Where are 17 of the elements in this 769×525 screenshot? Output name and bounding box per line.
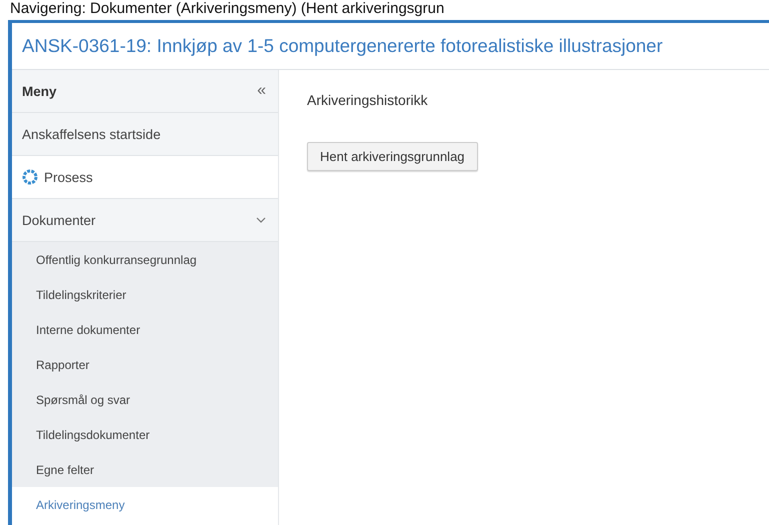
window-title: ANSK-0361-19: Innkjøp av 1-5 computergenererte fotorealistiske illustrasjoner <box>22 35 663 57</box>
section-heading: Arkiveringshistorikk <box>307 92 428 108</box>
gear-icon <box>22 169 38 185</box>
submenu-item[interactable]: Egne felter <box>12 452 278 487</box>
submenu-item[interactable]: Tildelingskriterier <box>12 277 278 312</box>
menu-item[interactable]: Anskaffelsens startside <box>12 113 278 156</box>
submenu-item[interactable]: Interne dokumenter <box>12 312 278 347</box>
menu-heading: Meny <box>22 84 57 98</box>
submenu-item[interactable]: Rapporter <box>12 347 278 382</box>
submenu-item[interactable]: Arkiveringsmeny <box>12 487 278 522</box>
caption-text: Navigering: Dokumenter (Arkiveringsmeny) (Hent arkiveringsgrun <box>10 0 444 17</box>
submenu-item[interactable]: Offentlig konkurransegrunnlag <box>12 242 278 277</box>
submenu-item[interactable]: Spørsmål og svar <box>12 382 278 417</box>
menu-item[interactable]: Dokumenter <box>12 199 278 242</box>
collapse-button[interactable]: « <box>257 82 266 100</box>
fetch-button[interactable]: Hent arkiveringsgrunnlag <box>307 142 478 171</box>
submenu-item[interactable]: Tildelingsdokumenter <box>12 417 278 452</box>
